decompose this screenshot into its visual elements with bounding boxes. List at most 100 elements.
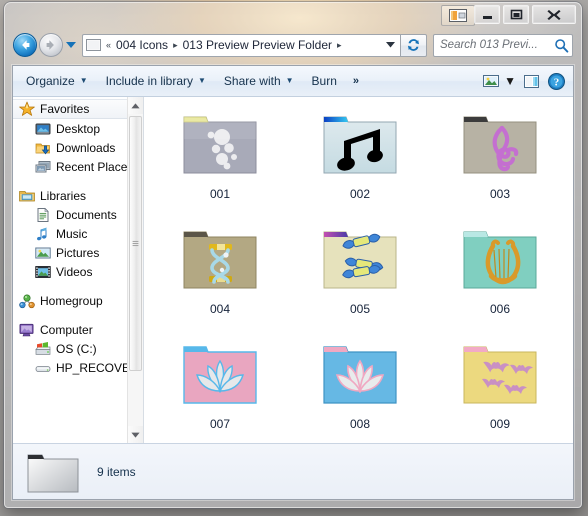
minimize-button[interactable] bbox=[474, 5, 500, 24]
include-in-library-label: Include in library bbox=[105, 74, 193, 88]
search-icon bbox=[555, 38, 569, 53]
refresh-button[interactable] bbox=[401, 33, 427, 57]
address-dropdown-button[interactable] bbox=[382, 42, 398, 48]
search-box[interactable]: Search 013 Previ... bbox=[433, 33, 573, 57]
forward-button[interactable] bbox=[39, 33, 63, 57]
sidebar-item-desktop[interactable]: Desktop bbox=[13, 119, 143, 138]
list-item[interactable]: 001 bbox=[150, 105, 290, 220]
sidebar-label: Music bbox=[56, 226, 88, 241]
videos-icon bbox=[35, 265, 51, 278]
svg-text:?: ? bbox=[554, 76, 560, 88]
sidebar-label: Documents bbox=[56, 207, 117, 222]
breadcrumb-sep-1[interactable]: ▸ bbox=[335, 40, 344, 51]
folder-treble-clef-icon bbox=[463, 116, 537, 174]
chevron-up-icon bbox=[131, 102, 140, 108]
sidebar-label: Downloads bbox=[56, 140, 116, 155]
sidebar-label: Homegroup bbox=[40, 293, 103, 308]
file-name: 008 bbox=[349, 417, 371, 431]
folder-dna-icon bbox=[323, 231, 397, 289]
breadcrumb-sep-0[interactable]: ▸ bbox=[171, 40, 180, 51]
navigation-pane: Favorites Desktop Downloads Recent Place… bbox=[13, 97, 144, 443]
sidebar-item-documents[interactable]: Documents bbox=[13, 205, 143, 224]
address-path-box[interactable]: « 004 Icons ▸ 013 Preview Preview Folder… bbox=[82, 33, 401, 57]
explorer-window: « 004 Icons ▸ 013 Preview Preview Folder… bbox=[4, 2, 582, 508]
address-bar: « 004 Icons ▸ 013 Preview Preview Folder… bbox=[5, 29, 581, 61]
downloads-icon bbox=[35, 143, 50, 154]
window-client-area: Organize ▼ Include in library ▼ Share wi… bbox=[12, 65, 574, 500]
sidebar-label: Videos bbox=[56, 264, 93, 279]
back-button[interactable] bbox=[13, 33, 37, 57]
navigation-list: Favorites Desktop Downloads Recent Place… bbox=[13, 97, 143, 443]
desktop-icon bbox=[35, 123, 51, 134]
sidebar-label: Recent Place bbox=[56, 159, 128, 174]
file-name: 002 bbox=[349, 187, 371, 201]
sidebar-item-libraries[interactable]: Libraries bbox=[13, 186, 143, 205]
scrollbar-track[interactable] bbox=[128, 114, 143, 426]
sidebar-item-computer[interactable]: Computer bbox=[13, 320, 143, 339]
command-overflow-button[interactable]: » bbox=[346, 69, 365, 93]
list-item[interactable]: 006 bbox=[430, 220, 570, 335]
close-icon bbox=[547, 9, 561, 20]
sidebar-item-downloads[interactable]: Downloads bbox=[13, 138, 143, 157]
folder-bubbles-icon bbox=[183, 116, 257, 174]
chevron-down-icon bbox=[131, 432, 140, 438]
star-icon bbox=[19, 101, 35, 116]
change-view-button[interactable]: ▼ bbox=[479, 69, 520, 93]
organize-button[interactable]: Organize ▼ bbox=[17, 69, 97, 93]
folder-generic-icon bbox=[27, 454, 79, 492]
show-preview-pane-icon bbox=[524, 74, 539, 88]
folder-hourglass-icon bbox=[183, 231, 257, 289]
sidebar-item-music[interactable]: Music bbox=[13, 224, 143, 243]
address-folder-icon bbox=[86, 39, 101, 51]
navigation-pane-scrollbar[interactable] bbox=[127, 97, 143, 443]
status-bar: 9 items bbox=[13, 443, 573, 499]
burn-button[interactable]: Burn bbox=[303, 69, 346, 93]
sidebar-label: Libraries bbox=[40, 188, 87, 203]
file-name: 007 bbox=[209, 417, 231, 431]
sidebar-item-videos[interactable]: Videos bbox=[13, 262, 143, 281]
list-item[interactable]: 004 bbox=[150, 220, 290, 335]
search-input[interactable]: Search 013 Previ... bbox=[440, 39, 554, 51]
list-item[interactable]: 008 bbox=[290, 335, 430, 443]
forward-arrow-icon bbox=[46, 40, 54, 50]
maximize-button[interactable] bbox=[503, 5, 529, 24]
sidebar-item-homegroup[interactable]: Homegroup bbox=[13, 291, 143, 310]
change-your-view-icon bbox=[483, 74, 500, 87]
file-name: 003 bbox=[489, 187, 511, 201]
folder-music-note-icon bbox=[323, 116, 397, 174]
breadcrumb-item-0[interactable]: 004 Icons bbox=[113, 37, 171, 53]
list-item[interactable]: 005 bbox=[290, 220, 430, 335]
list-item[interactable]: 003 bbox=[430, 105, 570, 220]
list-item[interactable]: 002 bbox=[290, 105, 430, 220]
file-list-pane[interactable]: 001 002 003 004 005 006 007 008 009 bbox=[144, 97, 573, 443]
folder-lotus-pink-icon bbox=[183, 346, 257, 404]
breadcrumb-item-1[interactable]: 013 Preview Preview Folder bbox=[180, 37, 335, 53]
include-in-library-button[interactable]: Include in library ▼ bbox=[97, 69, 215, 93]
help-button[interactable]: ? bbox=[544, 69, 569, 93]
recent-places-icon bbox=[35, 160, 51, 172]
share-with-button[interactable]: Share with ▼ bbox=[215, 69, 303, 93]
close-button[interactable] bbox=[532, 5, 576, 24]
file-grid: 001 002 003 004 005 006 007 008 009 bbox=[144, 97, 573, 443]
burn-label: Burn bbox=[311, 74, 337, 88]
help-icon: ? bbox=[548, 72, 565, 90]
windows-drive-icon bbox=[35, 341, 51, 355]
sidebar-label: OS (C:) bbox=[56, 341, 97, 356]
show-preview-pane-button[interactable] bbox=[520, 69, 544, 93]
scroll-up-button[interactable] bbox=[128, 97, 143, 114]
address-overflow-chevron[interactable]: « bbox=[104, 40, 113, 50]
file-name: 004 bbox=[209, 302, 231, 316]
list-item[interactable]: 009 bbox=[430, 335, 570, 443]
sidebar-item-os-c[interactable]: OS (C:) bbox=[13, 339, 143, 358]
sidebar-item-favorites[interactable]: Favorites bbox=[13, 99, 143, 119]
recent-pages-button[interactable] bbox=[64, 33, 78, 57]
preview-pane-toggle-button[interactable] bbox=[441, 5, 475, 26]
scroll-down-button[interactable] bbox=[128, 426, 143, 443]
sidebar-item-pictures[interactable]: Pictures bbox=[13, 243, 143, 262]
scrollbar-thumb[interactable] bbox=[129, 116, 142, 371]
nav-group-gap bbox=[13, 176, 143, 186]
list-item[interactable]: 007 bbox=[150, 335, 290, 443]
sidebar-item-recent-places[interactable]: Recent Place bbox=[13, 157, 143, 176]
sidebar-item-hp-recovery[interactable]: HP_RECOVER bbox=[13, 358, 143, 377]
file-name: 009 bbox=[489, 417, 511, 431]
